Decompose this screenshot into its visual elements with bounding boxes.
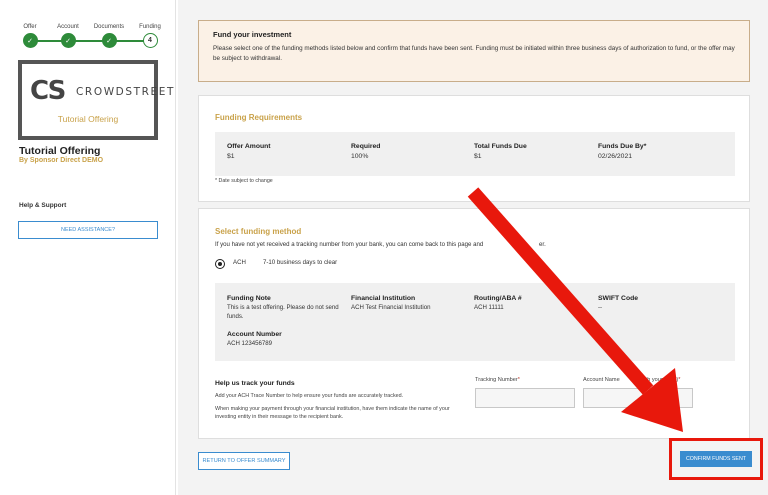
funding-note-value: This is a test offering. Please do not s… <box>227 304 339 320</box>
total-funds-due-value: $1 <box>474 153 482 160</box>
help-support-heading: Help & Support <box>19 202 67 209</box>
funding-instructions: If you have not yet received a tracking … <box>215 241 484 248</box>
need-assistance-button[interactable]: NEED ASSISTANCE? <box>18 221 158 239</box>
notice-body: Please select one of the funding methods… <box>213 45 735 62</box>
offer-amount-label: Offer Amount <box>227 143 271 150</box>
funding-method-card: Select funding method If you have not ye… <box>198 208 750 439</box>
fund-investment-notice: Fund your investment Please select one o… <box>198 20 750 82</box>
funds-due-by-value: 02/26/2021 <box>598 153 633 160</box>
step-offer[interactable]: Offer ✓ <box>10 22 50 48</box>
requirements-summary: Offer Amount $1 Required 100% Total Fund… <box>215 132 735 176</box>
track-funds-line1: Add your ACH Trace Number to help ensure… <box>215 393 404 399</box>
offering-logo: CS CROWDSTREET Tutorial Offering <box>18 60 173 140</box>
swift-code-label: SWIFT Code <box>598 295 639 302</box>
notice-title: Fund your investment <box>213 30 292 39</box>
account-number-label: Account Number <box>227 331 282 338</box>
main-content: Fund your investment Please select one o… <box>178 0 768 495</box>
tracking-number-label: Tracking Number* <box>475 377 520 383</box>
step-funding[interactable]: Funding 4 <box>130 22 170 48</box>
account-name-input[interactable] <box>583 388 693 408</box>
step-number: 4 <box>142 33 158 48</box>
tracking-number-input[interactable] <box>475 388 575 408</box>
logo-subtitle: Tutorial Offering <box>57 114 119 124</box>
account-number-value: ACH 123456789 <box>227 340 273 347</box>
funding-requirements-card: Funding Requirements Offer Amount $1 Req… <box>198 95 750 202</box>
routing-label: Routing/ABA # <box>474 295 522 302</box>
crowdstreet-logo-mark: CS <box>30 76 66 106</box>
sidebar: Offer ✓ Account ✓ Documents ✓ Funding 4 … <box>0 0 176 495</box>
step-label: Documents <box>93 24 125 30</box>
check-icon: ✓ <box>101 33 117 48</box>
funding-instructions-tail: er. <box>539 241 546 248</box>
ach-option-detail: 7-10 business days to clear <box>263 259 338 266</box>
step-account[interactable]: Account ✓ <box>48 22 88 48</box>
funding-note-label: Funding Note <box>227 295 271 302</box>
ach-details-box: Funding Note This is a test offering. Pl… <box>215 283 735 361</box>
ach-radio[interactable] <box>215 259 225 269</box>
date-footnote: * Date subject to change <box>215 178 273 184</box>
confirm-highlight-box: CONFIRM FUNDS SENT <box>669 438 763 480</box>
offering-sponsor[interactable]: By Sponsor Direct DEMO <box>19 157 103 164</box>
check-icon: ✓ <box>60 33 76 48</box>
step-label: Funding <box>139 24 161 30</box>
offering-title: Tutorial Offering <box>19 145 101 157</box>
total-funds-due-label: Total Funds Due <box>474 143 527 150</box>
step-label: Account <box>57 24 79 30</box>
check-icon: ✓ <box>22 33 38 48</box>
track-funds-title: Help us track your funds <box>215 380 295 387</box>
required-value: 100% <box>351 153 369 160</box>
offer-amount-value: $1 <box>227 153 235 160</box>
step-label: Offer <box>23 24 37 30</box>
progress-stepper: Offer ✓ Account ✓ Documents ✓ Funding 4 <box>10 22 166 52</box>
track-funds-line2: When making your payment through your fi… <box>215 406 450 420</box>
required-label: Required <box>351 143 381 150</box>
crowdstreet-logo-text: CROWDSTREET <box>76 86 176 98</box>
financial-institution-value: ACH Test Financial Institution <box>351 304 431 311</box>
account-name-label: Account Name d with your bank)* <box>583 377 681 383</box>
routing-value: ACH 11111 <box>474 304 504 311</box>
funding-requirements-title: Funding Requirements <box>215 113 303 122</box>
swift-code-value: -- <box>598 304 603 311</box>
funds-due-by-label: Funds Due By* <box>598 143 647 150</box>
ach-option-label[interactable]: ACH <box>233 259 246 268</box>
funding-method-title: Select funding method <box>215 227 302 236</box>
financial-institution-label: Financial Institution <box>351 295 416 302</box>
step-documents[interactable]: Documents ✓ <box>89 22 129 48</box>
confirm-funds-sent-button[interactable]: CONFIRM FUNDS SENT <box>680 451 752 467</box>
return-to-offer-summary-button[interactable]: RETURN TO OFFER SUMMARY <box>198 452 290 470</box>
